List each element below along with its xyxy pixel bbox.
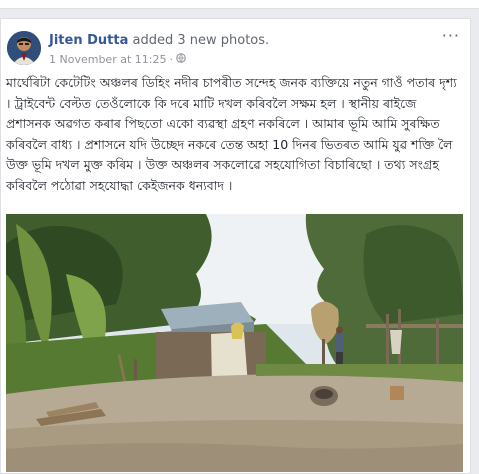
post-options-button[interactable]: ··· — [442, 28, 460, 44]
separator: · — [169, 53, 173, 66]
top-edge — [0, 0, 479, 9]
globe-icon[interactable] — [176, 53, 186, 66]
author-name-link[interactable]: Jiten Dutta — [49, 33, 128, 48]
post-text: মাৰ্ঘেৰিটা কেটেটিং অঞ্চলৰ ডিহিং নদীৰ চাপ… — [6, 75, 457, 193]
post-meta: 1 November at 11:25 · — [49, 53, 186, 66]
post-action-text[interactable]: added 3 new photos. — [133, 33, 270, 48]
post-photo[interactable] — [6, 214, 463, 472]
author-line: Jiten Dutta added 3 new photos. — [49, 33, 269, 48]
post-timestamp[interactable]: 1 November at 11:25 — [49, 53, 166, 66]
author-avatar[interactable] — [7, 31, 41, 65]
post-card: Jiten Dutta added 3 new photos. 1 Novemb… — [0, 18, 471, 474]
photo-village-scene-image — [6, 214, 463, 472]
